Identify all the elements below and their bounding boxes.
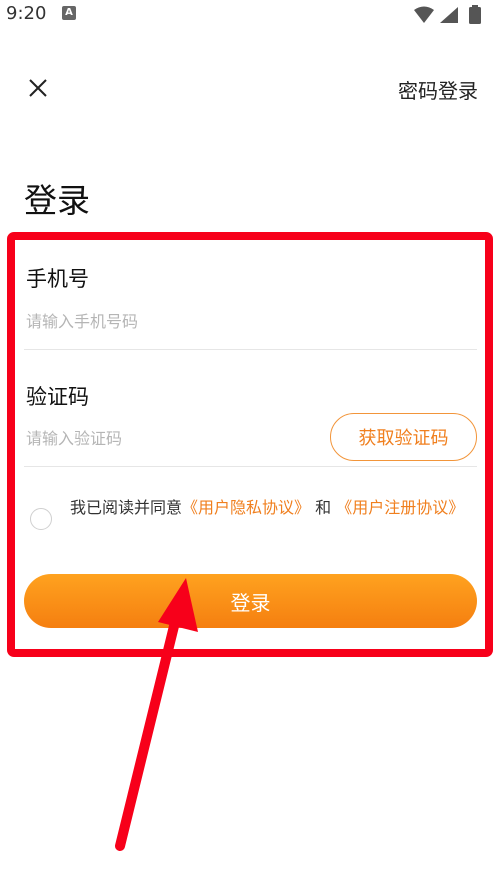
status-time: 9:20 — [6, 3, 47, 24]
privacy-policy-link[interactable]: 《用户隐私协议》 — [182, 498, 310, 517]
page-title: 登录 — [24, 181, 90, 220]
code-label: 验证码 — [26, 385, 89, 409]
close-icon — [29, 79, 47, 97]
password-login-link[interactable]: 密码登录 — [398, 75, 478, 104]
battery-icon — [469, 5, 481, 24]
phone-label: 手机号 — [26, 267, 89, 291]
notification-icon: A — [62, 6, 76, 20]
status-bar: 9:20 A — [0, 0, 500, 30]
status-icons — [414, 5, 492, 25]
agreement-text: 我已阅读并同意《用户隐私协议》 和 《用户注册协议》 — [70, 494, 475, 521]
wifi-icon — [414, 6, 434, 23]
close-button[interactable] — [22, 72, 54, 104]
verification-code-input[interactable] — [24, 421, 318, 455]
login-button[interactable]: 登录 — [24, 574, 477, 628]
agreement-conjunction: 和 — [315, 498, 332, 517]
agreement-prefix: 我已阅读并同意 — [70, 498, 183, 517]
signal-icon — [440, 7, 458, 23]
divider — [24, 466, 477, 467]
divider — [24, 349, 477, 350]
register-agreement-link[interactable]: 《用户注册协议》 — [336, 498, 464, 517]
agreement-radio[interactable] — [30, 508, 52, 530]
get-code-button[interactable]: 获取验证码 — [330, 413, 477, 461]
phone-input[interactable] — [24, 304, 468, 338]
